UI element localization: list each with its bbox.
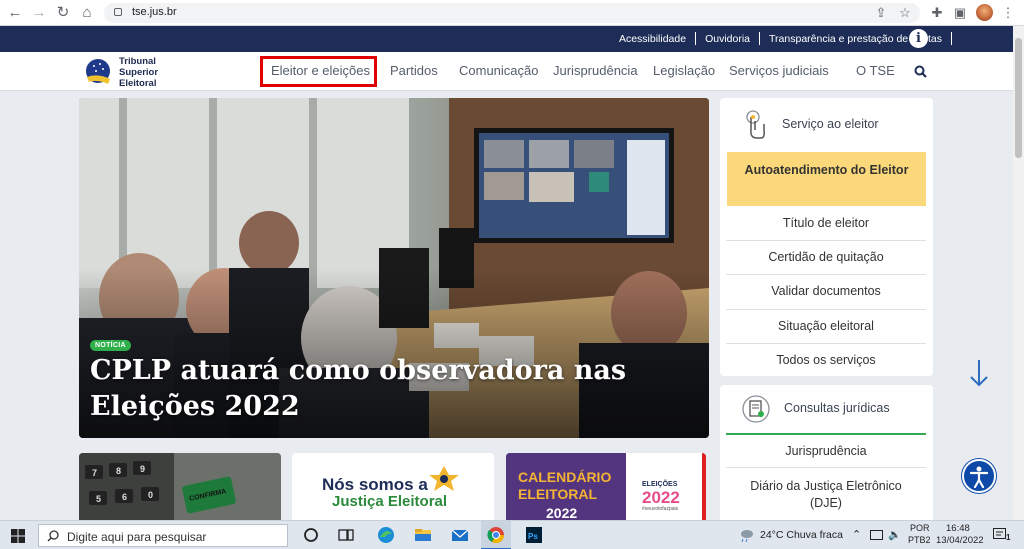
accessibility-person-icon [969,466,989,489]
menu-legislacao[interactable]: Legislação [653,63,715,78]
taskbar-search-box[interactable]: Digite aqui para pesquisar [38,524,288,547]
mail-icon[interactable] [450,525,470,545]
back-arrow-icon[interactable]: ← [6,4,24,22]
windows-taskbar: Digite aqui para pesquisar Ps 24°C Chuva… [0,520,1024,549]
sidepanel-icon[interactable]: ▣ [951,4,969,22]
tse-logo-icon[interactable] [84,57,114,87]
news-badge: NOTÍCIA [90,340,131,351]
taskbar-search-icon [47,530,59,542]
menu-o-tse[interactable]: O TSE [856,63,895,78]
forward-arrow-icon[interactable]: → [30,4,48,22]
accessibility-link[interactable]: Acessibilidade [619,33,686,45]
scroll-down-arrow-icon[interactable] [968,358,990,388]
lang-top[interactable]: POR [910,523,930,533]
weather-rain-icon[interactable] [738,527,754,543]
weather-text[interactable]: 24°C Chuva fraca [760,529,843,541]
touch-hand-icon [746,110,765,139]
file-explorer-icon[interactable] [413,525,433,545]
urna-keypad-image [79,453,281,520]
chrome-browser-icon[interactable] [486,525,506,545]
bookmark-star-icon[interactable]: ☆ [896,4,914,22]
top-utility-bar: Acessibilidade Ouvidoria Transparência e… [0,26,1013,52]
logo-text[interactable]: Tribunal Superior Eleitoral [119,56,158,89]
menu-partidos[interactable]: Partidos [390,63,438,78]
scrollbar-thumb[interactable] [1015,38,1022,158]
taskbar-search-placeholder: Digite aqui para pesquisar [67,530,207,544]
task-view-icon[interactable] [336,525,356,545]
url-text: tse.jus.br [132,6,177,18]
home-icon[interactable]: ⌂ [78,4,96,22]
extensions-puzzle-icon[interactable]: ✚ [928,4,946,22]
legal-item-jurisprudencia[interactable]: Jurisprudência [726,435,926,468]
info-icon[interactable]: i [909,29,928,48]
photoshop-icon[interactable]: Ps [524,525,544,545]
menu-jurisprudencia[interactable]: Jurisprudência [553,63,638,78]
profile-avatar[interactable] [976,4,993,21]
voter-services-title: Serviço ao eleitor [782,117,879,131]
clock-time[interactable]: 16:48 [946,523,970,534]
service-item-certidao[interactable]: Certidão de quitação [726,241,926,275]
menu-servicos-judiciais[interactable]: Serviços judiciais [729,63,829,78]
legal-item-dje[interactable]: Diário da Justiça Eletrônico (DJE) [726,468,926,520]
menu-highlight-box [260,56,377,87]
legal-document-icon [742,395,770,423]
clock-date[interactable]: 13/04/2022 [936,535,984,546]
service-item-situacao[interactable]: Situação eleitoral [726,310,926,344]
speaker-icon[interactable]: 🔈 [888,528,901,541]
search-icon[interactable] [914,65,927,78]
share-icon[interactable]: ⇪ [872,4,890,22]
notification-count: 1 [1006,533,1011,542]
keyboard-icon[interactable] [870,530,883,540]
self-service-link[interactable]: Autoatendimento do Eleitor [727,152,926,206]
site-header: Tribunal Superior Eleitoral Eleitor e el… [0,52,1013,91]
more-menu-icon[interactable]: ⋮ [999,4,1017,22]
windows-start-icon[interactable] [11,529,25,543]
legal-queries-title: Consultas jurídicas [784,401,890,415]
lock-icon [114,8,122,16]
accessibility-button[interactable] [962,459,996,493]
service-item-validar[interactable]: Validar documentos [726,275,926,310]
browser-toolbar: ← → ↻ ⌂ tse.jus.br ⇪ ☆ ✚ ▣ ⋮ [0,0,1024,26]
card-urna[interactable]: 7 8 9 5 6 0 CONFIRMA [79,453,281,520]
menu-comunicacao[interactable]: Comunicação [459,63,539,78]
tray-chevron-icon[interactable]: ⌃ [852,528,861,541]
lang-bottom[interactable]: PTB2 [908,535,931,545]
service-item-todos[interactable]: Todos os serviços [726,344,926,376]
edge-browser-icon[interactable] [376,525,396,545]
service-item-titulo[interactable]: Título de eleitor [726,207,926,241]
reload-icon[interactable]: ↻ [54,4,72,22]
hero-headline[interactable]: CPLP atuará como observadora nas Eleiçõe… [90,353,700,425]
card-justica-eleitoral[interactable]: Nós somos a Justiça Eleitoral [292,453,494,520]
page-scrollbar[interactable] [1013,26,1024,520]
card-calendario-eleitoral[interactable]: CALENDÁRIO ELEITORAL 2022 ELEIÇÕES 2022 … [506,453,706,520]
cortana-icon[interactable] [301,525,321,545]
ouvidoria-link[interactable]: Ouvidoria [705,33,750,45]
address-bar[interactable]: tse.jus.br ⇪ ☆ [104,3,920,23]
svg-text:Ps: Ps [528,532,538,541]
star-logo-icon [429,466,459,491]
